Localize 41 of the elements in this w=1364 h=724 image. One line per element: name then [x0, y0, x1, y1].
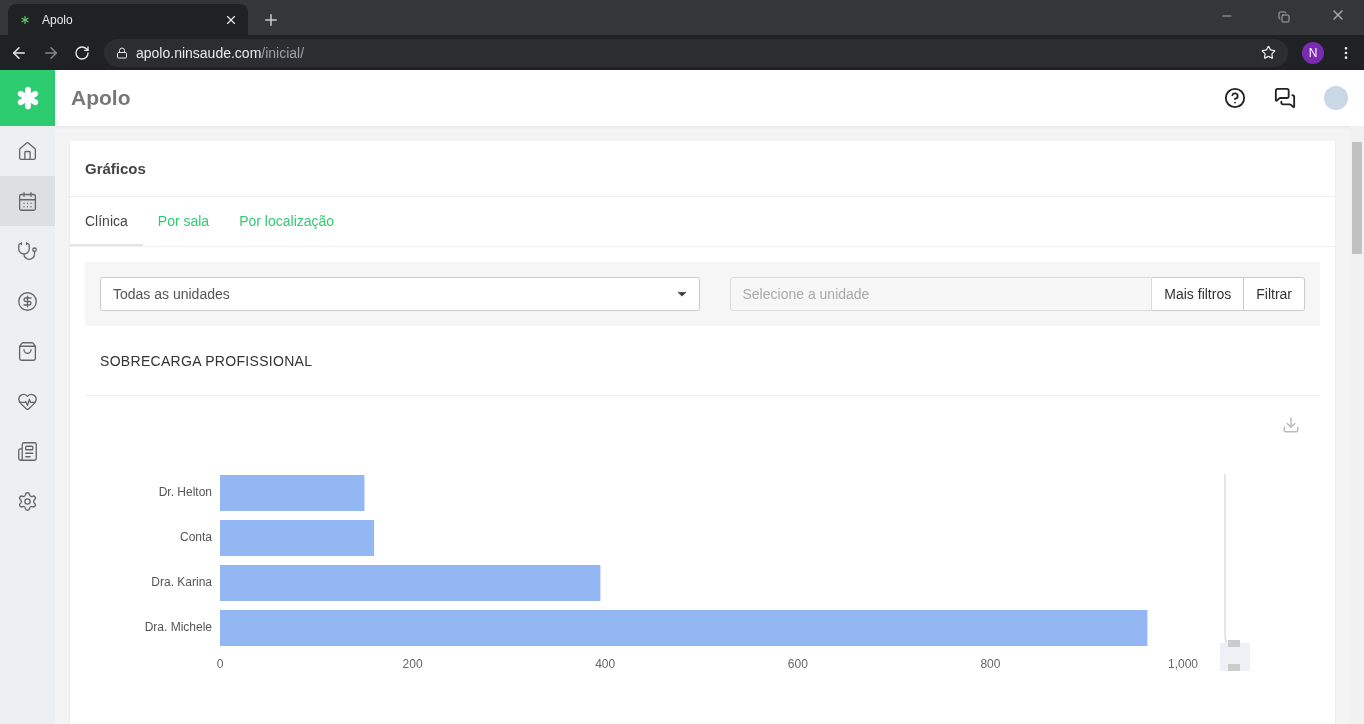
- axis-tick-label: 400: [595, 657, 616, 671]
- help-icon[interactable]: [1224, 87, 1246, 109]
- section-title: SOBRECARGA PROFISSIONAL: [85, 326, 1320, 396]
- document-icon: [17, 440, 38, 462]
- category-label: Dr. Helton: [158, 485, 212, 500]
- new-tab-icon[interactable]: [262, 11, 280, 29]
- axis-tick-label: 0: [216, 657, 224, 671]
- axis-tick-label: 200: [402, 657, 423, 671]
- card-title: Gráficos: [70, 141, 1335, 197]
- category-label: Dra. Michele: [144, 620, 212, 635]
- settings-icon: [17, 490, 38, 512]
- app-logo[interactable]: [0, 70, 55, 126]
- category-label: Dra. Karina: [151, 575, 212, 590]
- stethoscope-icon: [17, 240, 38, 262]
- reload-icon[interactable]: [74, 44, 90, 61]
- shopping-bag-icon: [17, 340, 38, 362]
- unit-select[interactable]: Todas as unidades: [100, 277, 700, 311]
- browser-tab[interactable]: Apolo: [8, 4, 248, 35]
- filter-button[interactable]: Filtrar: [1244, 277, 1305, 311]
- bookmark-star-icon[interactable]: [1261, 45, 1276, 60]
- tab-title: Apolo: [42, 12, 74, 27]
- dollar-icon: [17, 290, 38, 312]
- scrollbar-thumb[interactable]: [1352, 142, 1362, 254]
- chat-icon[interactable]: [1274, 87, 1296, 109]
- url-text: apolo.ninsaude.com/inicial/: [136, 44, 306, 61]
- profile-avatar[interactable]: N: [1302, 41, 1324, 64]
- axis-tick-label: 600: [787, 657, 808, 671]
- calendar-icon: [17, 190, 38, 212]
- category-label: Conta: [179, 530, 212, 545]
- unit-search-field[interactable]: Selecione a unidade: [729, 277, 1153, 311]
- address-bar[interactable]: apolo.ninsaude.com/inicial/: [104, 38, 1288, 67]
- axis-tick-label: 1,000: [1168, 657, 1198, 671]
- zoom-slider[interactable]: [1220, 473, 1250, 671]
- sidebar-item[interactable]: [0, 176, 55, 226]
- tab[interactable]: Clínica: [70, 197, 143, 246]
- lock-icon: [116, 46, 128, 59]
- axis-tick-label: 800: [980, 657, 1001, 671]
- home-icon: [17, 140, 38, 162]
- filter-button[interactable]: Mais filtros: [1152, 277, 1245, 311]
- restore-icon[interactable]: [1278, 11, 1290, 23]
- app-title: Apolo: [71, 86, 132, 110]
